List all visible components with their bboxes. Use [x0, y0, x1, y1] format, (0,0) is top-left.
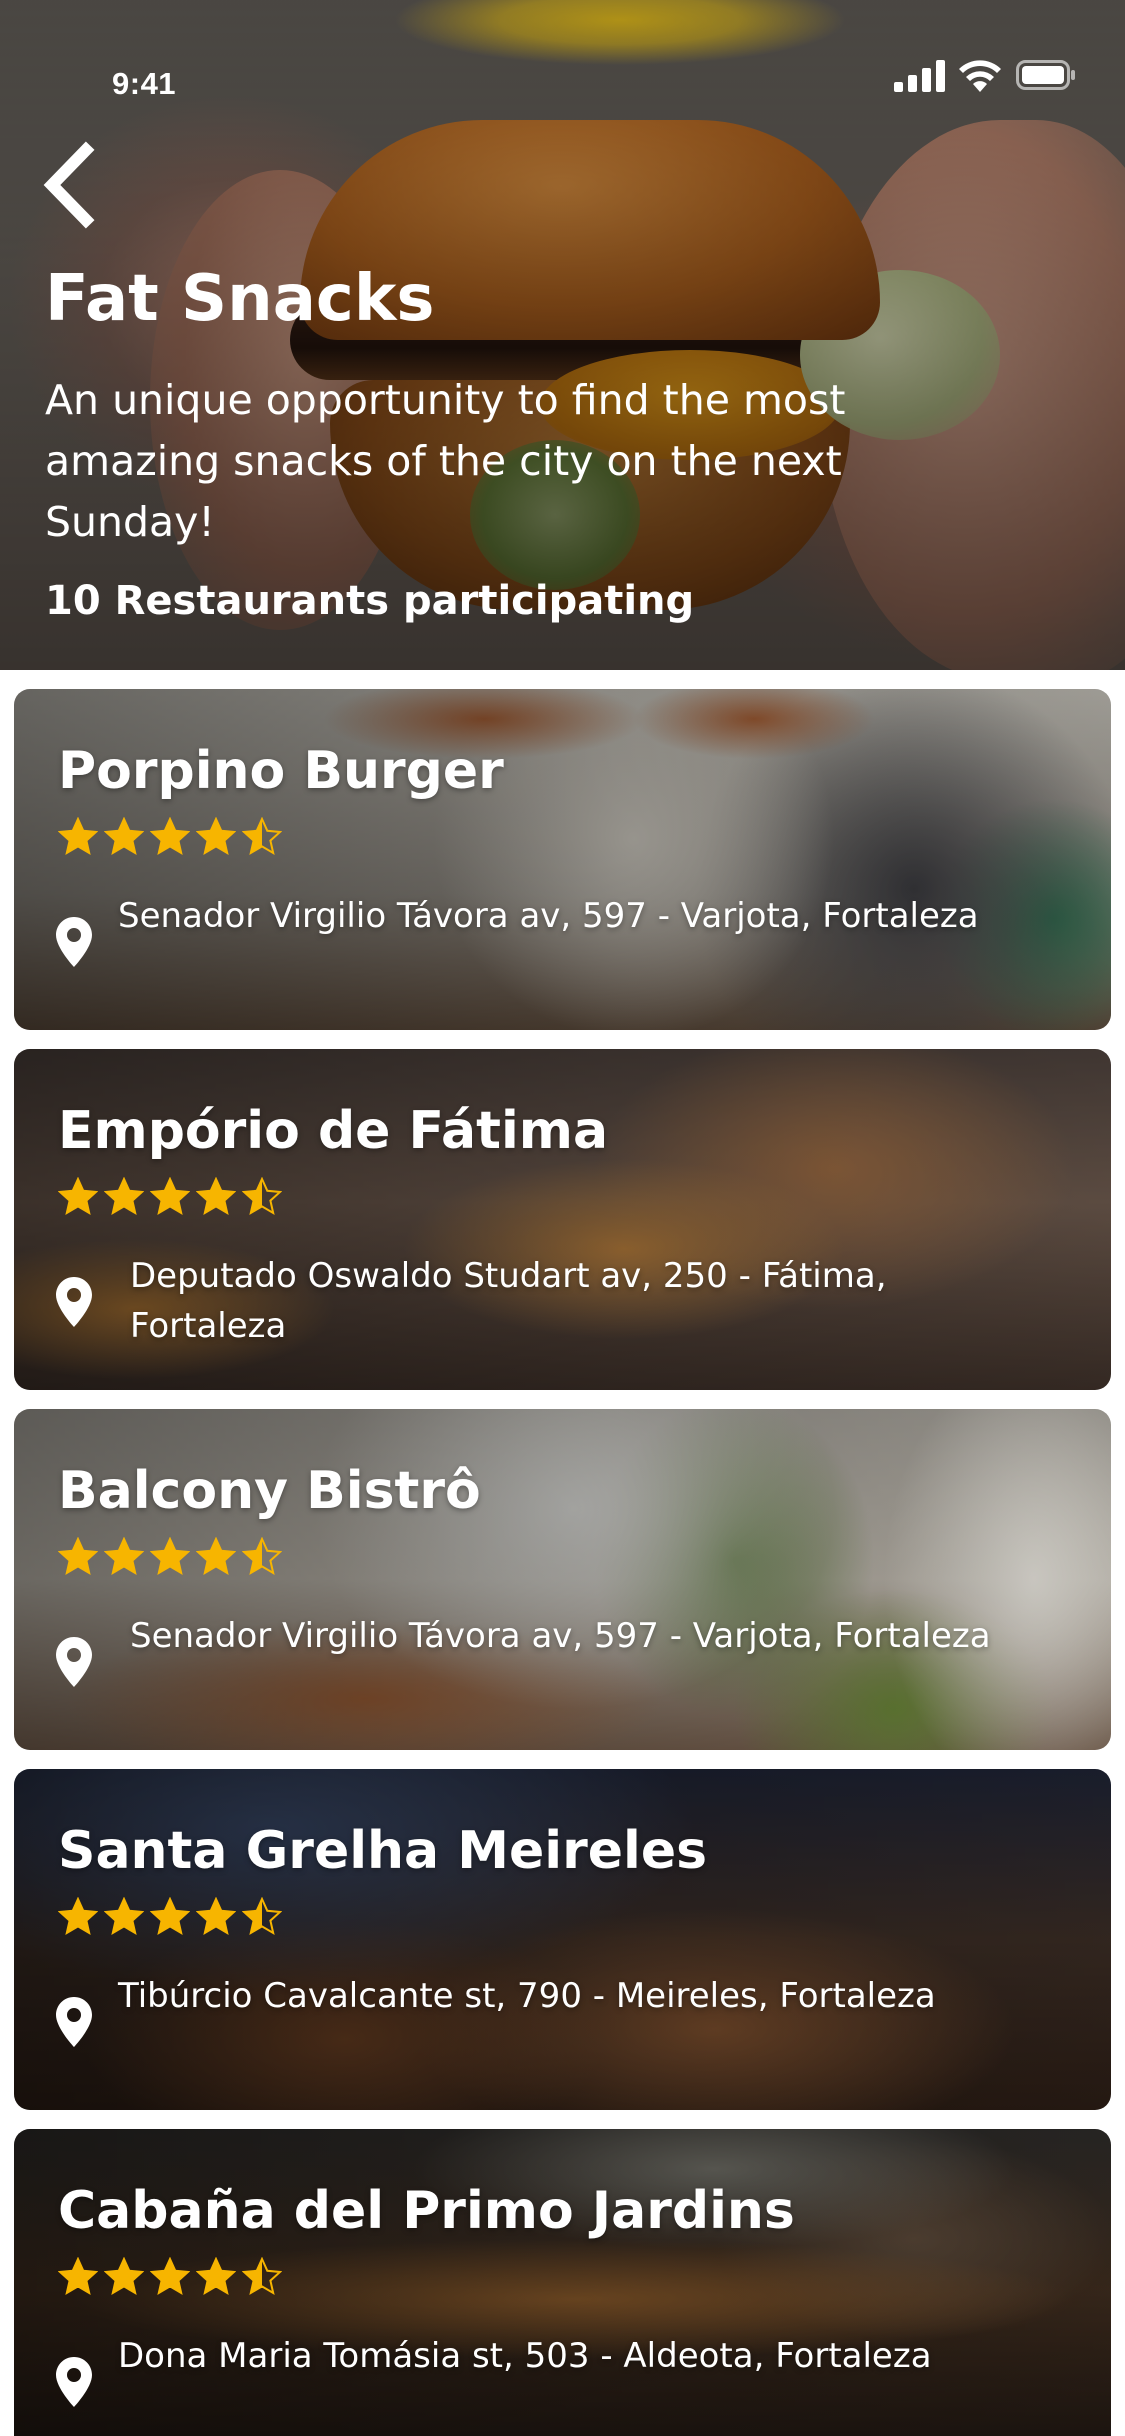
rating-stars — [58, 1537, 282, 1577]
star-full-icon — [150, 1897, 190, 1936]
star-full-icon — [196, 1177, 236, 1216]
rating-stars — [58, 1897, 282, 1937]
star-full-icon — [196, 1537, 236, 1576]
star-full-icon — [104, 1537, 144, 1576]
star-half-icon — [242, 1897, 282, 1936]
rating-stars — [58, 817, 282, 857]
star-half-icon — [242, 817, 282, 856]
cellular-signal-icon — [894, 60, 945, 92]
star-half-icon — [242, 2257, 282, 2296]
star-half-icon — [242, 1177, 282, 1216]
rating-stars — [58, 2257, 282, 2297]
restaurant-name: Empório de Fátima — [58, 1101, 609, 1161]
star-full-icon — [58, 2257, 98, 2296]
restaurant-name: Cabaña del Primo Jardins — [58, 2181, 795, 2241]
rating-stars — [58, 1177, 282, 1217]
back-chevron-icon[interactable] — [40, 140, 100, 230]
battery-icon — [1016, 60, 1075, 90]
star-full-icon — [196, 2257, 236, 2296]
restaurant-card[interactable]: Santa Grelha Meireles Tibúrcio Cavalcant… — [14, 1769, 1111, 2110]
star-full-icon — [104, 1177, 144, 1216]
location-pin-icon — [56, 1637, 92, 1687]
restaurant-name: Balcony Bistrô — [58, 1461, 481, 1521]
hero-banner: 9:41 Fat Snacks An unique opportunity to… — [0, 0, 1125, 670]
star-full-icon — [196, 1897, 236, 1936]
page-title: Fat Snacks — [45, 262, 435, 336]
star-full-icon — [150, 1537, 190, 1576]
restaurant-card[interactable]: Balcony Bistrô Senador Virgilio Távora a… — [14, 1409, 1111, 1750]
star-full-icon — [104, 1897, 144, 1936]
restaurant-address: Tibúrcio Cavalcante st, 790 - Meireles, … — [118, 1976, 936, 2016]
restaurant-address: Senador Virgilio Távora av, 597 - Varjot… — [118, 896, 979, 936]
location-pin-icon — [56, 2357, 92, 2407]
location-pin-icon — [56, 917, 92, 967]
star-half-icon — [242, 1537, 282, 1576]
restaurant-card[interactable]: Empório de Fátima Deputado Oswaldo Studa… — [14, 1049, 1111, 1390]
star-full-icon — [104, 817, 144, 856]
status-time: 9:41 — [112, 66, 177, 101]
star-full-icon — [150, 1177, 190, 1216]
star-full-icon — [196, 817, 236, 856]
star-full-icon — [58, 1177, 98, 1216]
restaurant-card[interactable]: Cabaña del Primo Jardins Dona Maria Tomá… — [14, 2129, 1111, 2436]
restaurant-card[interactable]: Porpino Burger Senador Virgilio Távora a… — [14, 689, 1111, 1030]
star-full-icon — [104, 2257, 144, 2296]
star-full-icon — [150, 2257, 190, 2296]
restaurant-name: Santa Grelha Meireles — [58, 1821, 708, 1881]
restaurant-address: Deputado Oswaldo Studart av, 250 - Fátim… — [130, 1256, 887, 1346]
restaurant-address: Senador Virgilio Távora av, 597 - Varjot… — [130, 1616, 991, 1656]
participants-count: 10 Restaurants participating — [45, 578, 695, 624]
star-full-icon — [58, 1897, 98, 1936]
location-pin-icon — [56, 1277, 92, 1327]
location-pin-icon — [56, 1997, 92, 2047]
restaurant-address: Dona Maria Tomásia st, 503 - Aldeota, Fo… — [118, 2336, 932, 2376]
star-full-icon — [150, 817, 190, 856]
star-full-icon — [58, 817, 98, 856]
wifi-icon — [959, 60, 1001, 92]
star-full-icon — [58, 1537, 98, 1576]
event-description: An unique opportunity to find the most a… — [45, 376, 846, 546]
restaurant-name: Porpino Burger — [58, 741, 504, 801]
